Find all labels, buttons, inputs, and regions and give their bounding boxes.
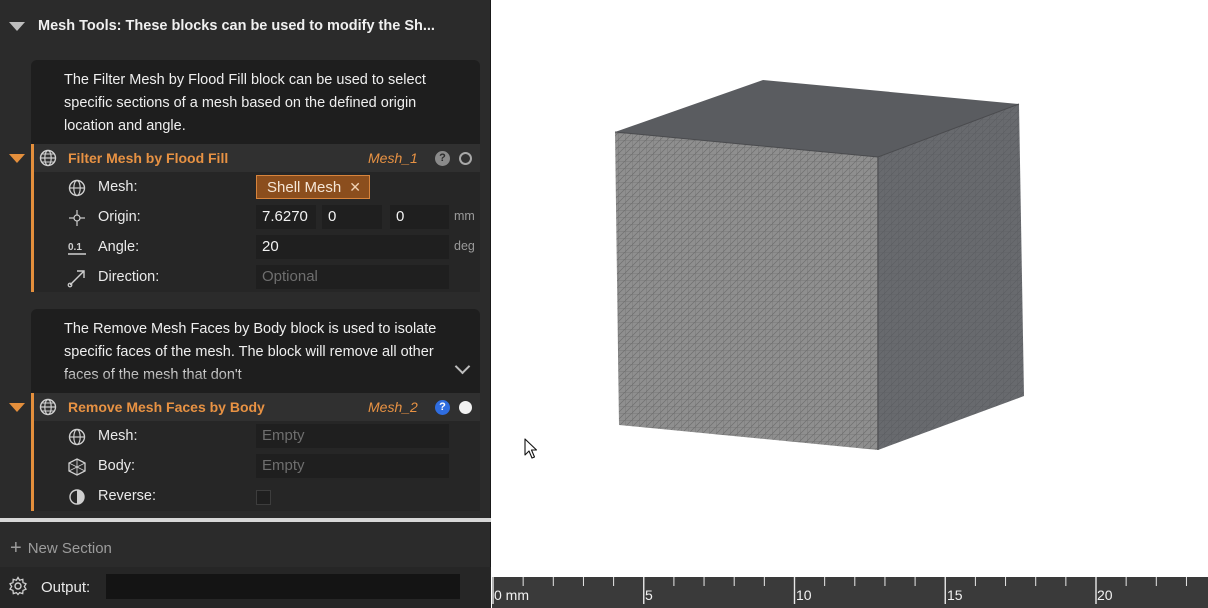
origin-z-input[interactable]: 0 [390,205,449,229]
remove-chip-icon[interactable]: ✕ [349,179,361,196]
mesh-label: Mesh: [98,179,138,195]
plus-icon: + [10,537,22,559]
status-circle-icon[interactable] [459,152,472,165]
mesh-input[interactable]: Empty [256,424,449,448]
section-title: Mesh Tools: These blocks can be used to … [38,18,435,34]
arrow-diagonal-icon [67,268,87,288]
mesh-chip[interactable]: Shell Mesh ✕ [256,175,370,199]
mesh-row: Mesh: Shell Mesh ✕ [34,172,480,202]
direction-input[interactable]: Optional [256,265,449,289]
filter-note[interactable]: The Filter Mesh by Flood Fill block can … [31,60,480,144]
mesh-chip-label: Shell Mesh [267,178,342,196]
angle-unit: deg [454,239,475,253]
mesh-row: Mesh: Empty [34,421,480,451]
ruler-label: 15 [947,587,963,603]
mouse-cursor-icon [524,438,538,459]
filter-mesh-block: Filter Mesh by Flood Fill Mesh_1 ? Mesh:… [9,144,480,292]
panel-divider[interactable] [0,518,491,522]
cube-front-face [615,132,878,450]
output-label: Output: [41,579,91,596]
ruler-label: 20 [1097,587,1113,603]
globe-icon [67,178,87,198]
section-header[interactable]: Mesh Tools: These blocks can be used to … [0,8,491,44]
block-collapse-triangle-icon[interactable] [9,403,25,412]
help-icon[interactable]: ? [435,400,450,415]
angle-input[interactable]: 20 [256,235,449,259]
direction-row: Direction: Optional [34,262,480,292]
angle-row: 0.1 Angle: 20 deg [34,232,480,262]
ruler-label: 10 [796,587,812,603]
help-icon[interactable]: ? [435,151,450,166]
new-section-button[interactable]: + New Section [0,531,491,565]
filter-mesh-block-header[interactable]: Filter Mesh by Flood Fill Mesh_1 ? [9,144,480,172]
3d-viewport[interactable] [492,0,1208,577]
remove-mesh-faces-block-header[interactable]: Remove Mesh Faces by Body Mesh_2 ? [9,393,480,421]
reverse-row: Reverse: [34,481,480,511]
body-label: Body: [98,458,136,474]
mesh-label: Mesh: [98,428,138,444]
block-name: Filter Mesh by Flood Fill [68,150,229,166]
globe-icon [39,398,57,419]
origin-x-input[interactable]: 7.6270 [256,205,316,229]
svg-text:0.1: 0.1 [68,242,82,253]
block-variable-name[interactable]: Mesh_1 [368,150,418,166]
gear-output-icon [8,576,28,599]
reverse-label: Reverse: [98,488,157,504]
cube-side-face [878,104,1024,450]
remove-mesh-faces-block: Remove Mesh Faces by Body Mesh_2 ? Mesh:… [9,393,480,511]
angle-label: Angle: [98,239,140,255]
mesh-cube[interactable] [492,0,1208,577]
crosshair-icon [67,208,87,228]
origin-label: Origin: [98,209,141,225]
globe-icon [67,427,87,447]
body-input[interactable]: Empty [256,454,449,478]
origin-row: Origin: 7.6270 0 0 mm [34,202,480,232]
scale-ruler: 0 mm 5 10 15 20 [492,577,1208,608]
block-variable-name[interactable]: Mesh_2 [368,399,418,415]
new-section-label: New Section [27,539,112,557]
output-bar: Output: [0,567,491,608]
body-mesh-icon [67,457,87,477]
angle-value-icon: 0.1 [67,238,87,258]
globe-icon [39,149,57,170]
origin-unit: mm [454,209,475,223]
blocks-panel: Mesh Tools: These blocks can be used to … [0,0,491,608]
block-name: Remove Mesh Faces by Body [68,399,265,415]
remove-note[interactable]: The Remove Mesh Faces by Body block is u… [31,309,480,393]
ruler-label: 5 [645,587,653,603]
origin-y-input[interactable]: 0 [322,205,382,229]
body-row: Body: Empty [34,451,480,481]
output-field[interactable] [106,574,460,599]
status-circle-icon[interactable] [459,401,472,414]
collapse-triangle-icon[interactable] [9,21,25,31]
ruler-label: 0 mm [494,587,529,603]
reverse-checkbox[interactable] [256,490,271,505]
half-circle-icon [67,487,87,507]
direction-label: Direction: [98,269,160,285]
block-collapse-triangle-icon[interactable] [9,154,25,163]
